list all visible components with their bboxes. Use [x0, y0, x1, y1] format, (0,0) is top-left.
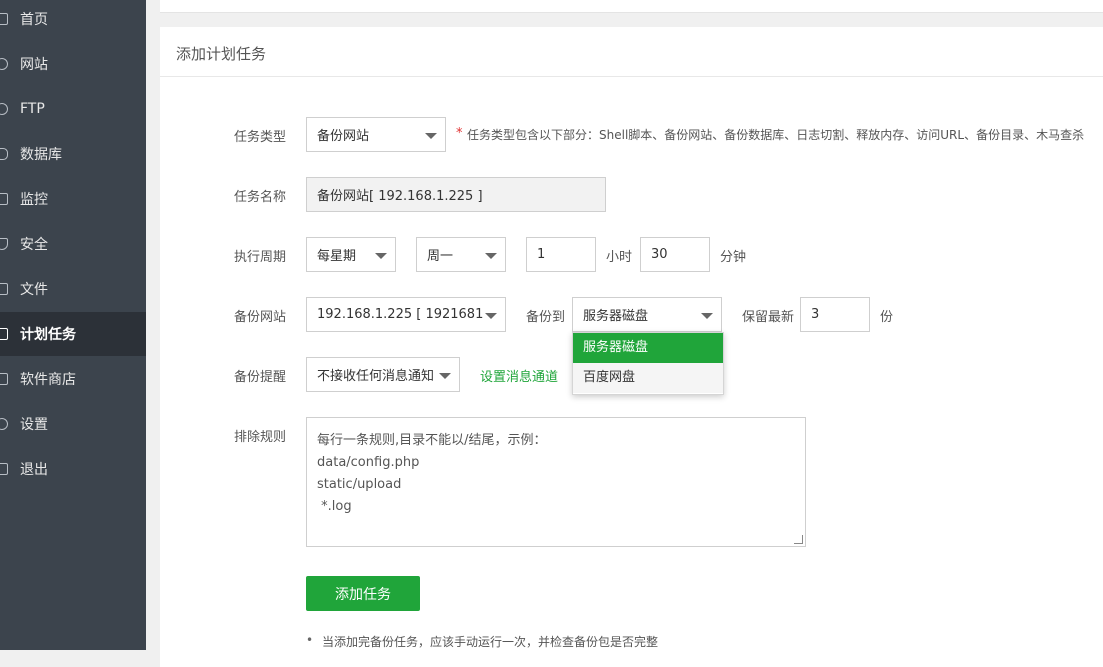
sidebar-item-settings[interactable]: 设置	[0, 402, 146, 446]
add-task-button[interactable]: 添加任务	[306, 576, 420, 611]
task-type-label: 任务类型	[234, 130, 287, 145]
required-mark: *	[456, 126, 463, 141]
keep-label: 保留最新	[742, 310, 795, 325]
task-type-select[interactable]: 备份网站	[306, 117, 446, 152]
sidebar-item-home[interactable]: 首页	[0, 0, 146, 41]
chevron-down-icon	[375, 253, 387, 259]
task-name-input[interactable]: 备份网站[ 192.168.1.225 ]	[306, 177, 606, 212]
home-icon	[0, 13, 8, 25]
notify-select[interactable]: 不接收任何消息通知	[306, 357, 460, 392]
chevron-down-icon	[439, 373, 451, 379]
cycle-select[interactable]: 每星期	[306, 237, 396, 272]
calendar-icon	[0, 328, 8, 340]
chevron-down-icon	[701, 313, 713, 319]
keep-input[interactable]: 3	[800, 297, 870, 332]
notify-label: 备份提醒	[234, 370, 287, 385]
minute-unit: 分钟	[720, 250, 747, 265]
backup-site-label: 备份网站	[234, 310, 287, 325]
sidebar-item-store[interactable]: 软件商店	[0, 357, 146, 401]
hour-unit: 小时	[606, 250, 633, 265]
message-channel-link[interactable]: 设置消息通道	[480, 366, 558, 385]
grid-icon	[0, 373, 8, 385]
tip-text: 当添加完备份任务，应该手动运行一次，并检查备份包是否完整	[322, 635, 659, 649]
sidebar-item-monitor[interactable]: 监控	[0, 177, 146, 221]
backup-to-dropdown: 服务器磁盘 百度网盘	[572, 332, 724, 395]
backup-site-select[interactable]: 192.168.1.225 [ 192168122...	[306, 297, 506, 332]
exclude-line: *.log	[317, 499, 352, 514]
logout-icon	[0, 463, 8, 475]
hour-input[interactable]: 1	[526, 237, 596, 272]
shield-icon	[0, 238, 8, 250]
dropdown-option-server-disk[interactable]: 服务器磁盘	[573, 333, 723, 363]
exclude-label: 排除规则	[234, 430, 287, 445]
sidebar-item-ftp[interactable]: FTP	[0, 87, 146, 131]
sidebar-item-cron[interactable]: 计划任务	[0, 312, 146, 356]
ftp-icon	[0, 103, 8, 115]
exclude-line: data/config.php	[317, 455, 420, 470]
gear-icon	[0, 418, 8, 430]
weekday-select[interactable]: 周一	[416, 237, 506, 272]
divider	[160, 76, 1103, 77]
backup-to-label: 备份到	[526, 310, 566, 325]
task-name-label: 任务名称	[234, 190, 287, 205]
folder-icon	[0, 283, 8, 295]
resize-handle[interactable]	[794, 535, 803, 544]
backup-to-select[interactable]: 服务器磁盘	[572, 297, 722, 332]
chevron-down-icon	[485, 313, 497, 319]
keep-unit: 份	[880, 310, 894, 325]
database-icon	[0, 148, 8, 160]
sidebar-item-security[interactable]: 安全	[0, 222, 146, 266]
period-label: 执行周期	[234, 250, 287, 265]
chevron-down-icon	[485, 253, 497, 259]
sidebar: 首页 网站 FTP 数据库 监控 安全 文件 计划任务 软件商店 设置 退出	[0, 0, 146, 650]
monitor-icon	[0, 193, 8, 205]
sidebar-item-website[interactable]: 网站	[0, 42, 146, 86]
exclude-textarea[interactable]: 每行一条规则,目录不能以/结尾，示例： data/config.php stat…	[306, 417, 806, 547]
dropdown-option-baidu[interactable]: 百度网盘	[573, 363, 723, 393]
sidebar-item-files[interactable]: 文件	[0, 267, 146, 311]
panel-title: 添加计划任务	[176, 45, 267, 63]
add-cron-panel: 添加计划任务 任务类型 备份网站 * 任务类型包含以下部分：Shell脚本、备份…	[160, 27, 1103, 667]
exclude-line: 每行一条规则,目录不能以/结尾，示例：	[317, 433, 547, 448]
top-card	[160, 0, 1103, 13]
sidebar-item-logout[interactable]: 退出	[0, 447, 146, 491]
task-type-note: 任务类型包含以下部分：Shell脚本、备份网站、备份数据库、日志切割、释放内存、…	[467, 128, 1085, 142]
sidebar-item-database[interactable]: 数据库	[0, 132, 146, 176]
chevron-down-icon	[425, 133, 437, 139]
exclude-line: static/upload	[317, 477, 402, 492]
globe-icon	[0, 58, 8, 70]
minute-input[interactable]: 30	[640, 237, 710, 272]
tip-bullet: •	[306, 633, 314, 647]
